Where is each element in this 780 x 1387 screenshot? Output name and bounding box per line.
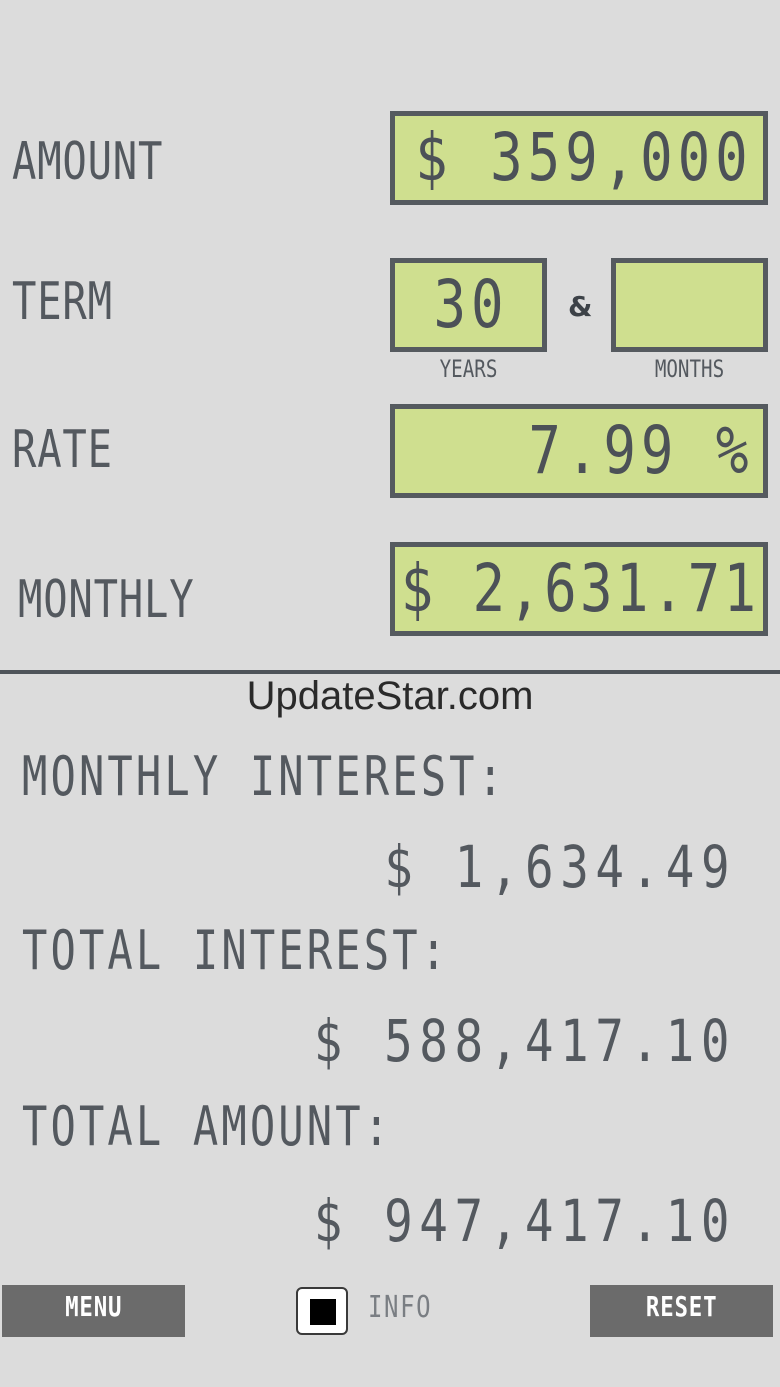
monthly-interest-value: $ 1,634.49 [384, 833, 736, 901]
monthly-label: MONTHLY [18, 570, 195, 630]
info-checkbox[interactable] [296, 1287, 348, 1335]
term-separator: & [568, 290, 593, 323]
term-label: TERM [12, 272, 113, 332]
term-years-field[interactable]: 30 [390, 258, 547, 352]
rate-field[interactable]: 7.99 % [390, 404, 768, 498]
amount-label: AMOUNT [12, 132, 164, 192]
info-label: INFO [368, 1290, 433, 1325]
total-amount-label: TOTAL AMOUNT: [22, 1095, 393, 1158]
term-months-field[interactable] [611, 258, 768, 352]
menu-button[interactable]: MENU [2, 1285, 185, 1337]
monthly-value: $ 2,631.71 [400, 550, 759, 627]
monthly-interest-label: MONTHLY INTEREST: [22, 745, 507, 808]
reset-button-label: RESET [645, 1290, 718, 1323]
rate-value: 7.99 % [527, 412, 753, 489]
checkbox-check-icon [310, 1299, 336, 1325]
total-amount-value: $ 947,417.10 [313, 1187, 736, 1255]
months-sublabel: MONTHS [654, 355, 725, 383]
menu-button-label: MENU [64, 1290, 123, 1323]
total-interest-label: TOTAL INTEREST: [22, 919, 450, 982]
watermark: UpdateStar.com [246, 674, 534, 718]
rate-label: RATE [12, 420, 113, 480]
amount-field[interactable]: $ 359,000 [390, 111, 768, 205]
total-interest-value: $ 588,417.10 [313, 1007, 736, 1075]
amount-value: $ 359,000 [415, 119, 753, 196]
years-sublabel: YEARS [439, 355, 498, 383]
reset-button[interactable]: RESET [590, 1285, 773, 1337]
term-years-value: 30 [432, 266, 508, 343]
monthly-field: $ 2,631.71 [390, 542, 768, 636]
